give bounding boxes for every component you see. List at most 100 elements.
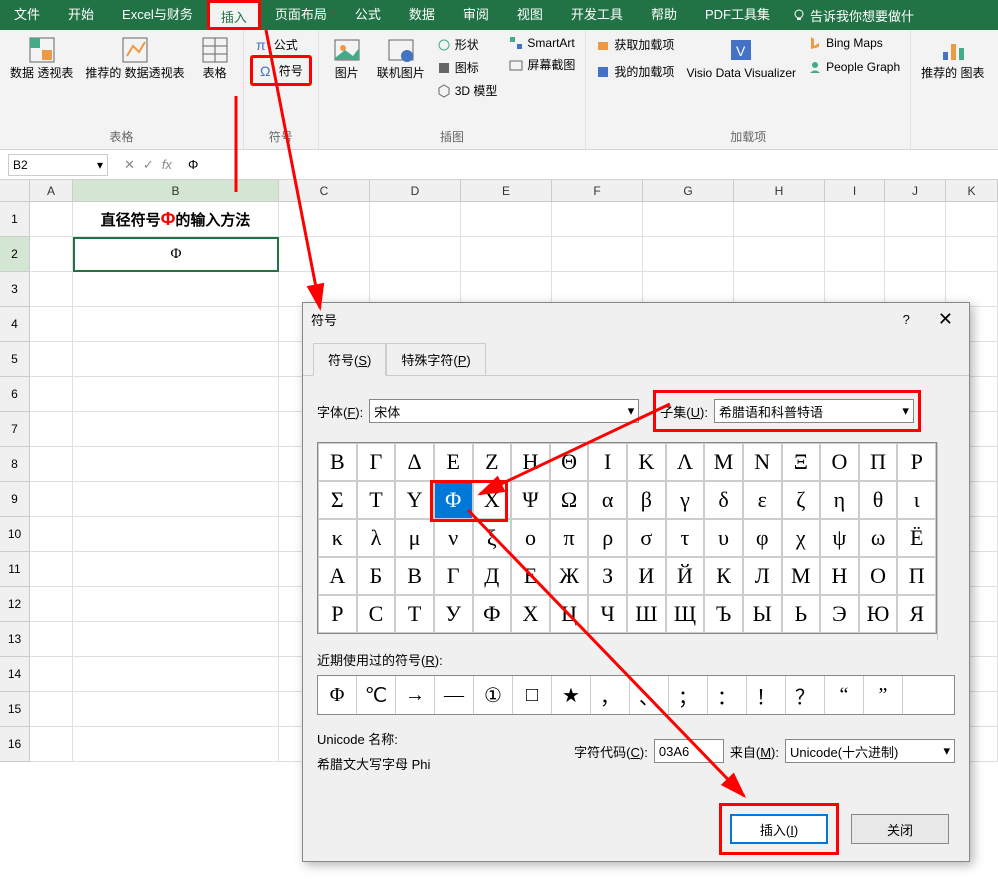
char-cell[interactable]: Ъ	[704, 595, 743, 633]
char-cell[interactable]: λ	[357, 519, 396, 557]
char-cell[interactable]: Σ	[318, 481, 357, 519]
char-cell[interactable]: η	[820, 481, 859, 519]
char-cell[interactable]: Ο	[820, 443, 859, 481]
icons-button[interactable]: 图标	[433, 57, 502, 78]
row-header-15[interactable]: 15	[0, 692, 30, 727]
char-cell[interactable]: Β	[318, 443, 357, 481]
cell-B12[interactable]	[73, 587, 279, 622]
font-combo[interactable]: 宋体▾	[369, 399, 639, 423]
char-cell[interactable]: Θ	[550, 443, 589, 481]
cell-B16[interactable]	[73, 727, 279, 762]
cell-B5[interactable]	[73, 342, 279, 377]
char-cell[interactable]: Ξ	[782, 443, 821, 481]
name-box[interactable]: B2 ▾	[8, 154, 108, 176]
row-header-13[interactable]: 13	[0, 622, 30, 657]
recent-cell[interactable]: Φ	[318, 676, 357, 714]
cell-K2[interactable]	[946, 237, 998, 272]
char-cell[interactable]: Д	[473, 557, 512, 595]
cell-D1[interactable]	[370, 202, 461, 237]
charcode-input[interactable]	[654, 739, 724, 763]
char-cell[interactable]: И	[627, 557, 666, 595]
char-cell[interactable]: β	[627, 481, 666, 519]
row-header-6[interactable]: 6	[0, 377, 30, 412]
row-header-7[interactable]: 7	[0, 412, 30, 447]
cell-A13[interactable]	[30, 622, 73, 657]
close-icon[interactable]: ✕	[930, 309, 961, 330]
symbol-button[interactable]: Ω 符号	[255, 60, 307, 81]
close-button[interactable]: 关闭	[851, 814, 949, 844]
recent-cell[interactable]: ★	[552, 676, 591, 714]
recent-cell[interactable]: —	[435, 676, 474, 714]
char-cell[interactable]: μ	[395, 519, 434, 557]
cell-A7[interactable]	[30, 412, 73, 447]
char-cell[interactable]: Е	[511, 557, 550, 595]
char-cell[interactable]: Ι	[588, 443, 627, 481]
row-header-12[interactable]: 12	[0, 587, 30, 622]
cell-A15[interactable]	[30, 692, 73, 727]
col-header-H[interactable]: H	[734, 180, 825, 201]
col-header-F[interactable]: F	[552, 180, 643, 201]
cell-E1[interactable]	[461, 202, 552, 237]
char-cell[interactable]: К	[704, 557, 743, 595]
char-cell[interactable]: Γ	[357, 443, 396, 481]
char-cell[interactable]: Η	[511, 443, 550, 481]
cell-B6[interactable]	[73, 377, 279, 412]
cell-F2[interactable]	[552, 237, 643, 272]
tab-special-chars[interactable]: 特殊字符(P)	[386, 343, 485, 375]
tab-formulas[interactable]: 公式	[341, 0, 395, 30]
my-addins-button[interactable]: 我的加载项	[592, 61, 678, 82]
char-cell[interactable]: В	[395, 557, 434, 595]
cell-B1[interactable]: 直径符号Φ的输入方法	[73, 202, 279, 237]
char-cell[interactable]: ζ	[782, 481, 821, 519]
char-cell[interactable]: Τ	[357, 481, 396, 519]
char-cell[interactable]: Φ	[434, 481, 473, 519]
char-cell[interactable]: З	[588, 557, 627, 595]
char-cell[interactable]: ω	[859, 519, 898, 557]
col-header-B[interactable]: B	[73, 180, 279, 201]
recent-cell[interactable]: ℃	[357, 676, 396, 714]
char-cell[interactable]: Й	[666, 557, 705, 595]
char-cell[interactable]: θ	[859, 481, 898, 519]
char-cell[interactable]: Г	[434, 557, 473, 595]
col-header-A[interactable]: A	[30, 180, 73, 201]
char-cell[interactable]: У	[434, 595, 473, 633]
cell-B3[interactable]	[73, 272, 279, 307]
table-button[interactable]: 表格	[193, 34, 237, 82]
tab-view[interactable]: 视图	[503, 0, 557, 30]
char-cell[interactable]: Ρ	[897, 443, 936, 481]
row-header-16[interactable]: 16	[0, 727, 30, 762]
recent-cell[interactable]: ；	[669, 676, 708, 714]
recent-cell[interactable]: □	[513, 676, 552, 714]
cell-I1[interactable]	[825, 202, 885, 237]
cell-B2[interactable]: Φ	[73, 237, 279, 272]
char-cell[interactable]: Υ	[395, 481, 434, 519]
char-cell[interactable]: Б	[357, 557, 396, 595]
tab-pdf[interactable]: PDF工具集	[691, 0, 784, 30]
tab-review[interactable]: 审阅	[449, 0, 503, 30]
row-header-14[interactable]: 14	[0, 657, 30, 692]
recent-cell[interactable]: ，	[591, 676, 630, 714]
char-cell[interactable]: Ч	[588, 595, 627, 633]
char-cell[interactable]: κ	[318, 519, 357, 557]
recent-cell[interactable]: ”	[864, 676, 903, 714]
char-cell[interactable]: Р	[318, 595, 357, 633]
tab-page-layout[interactable]: 页面布局	[261, 0, 341, 30]
row-header-9[interactable]: 9	[0, 482, 30, 517]
recommended-pivot-button[interactable]: 推荐的 数据透视表	[81, 34, 188, 82]
char-cell[interactable]: γ	[666, 481, 705, 519]
screenshot-button[interactable]: 屏幕截图	[505, 54, 579, 75]
cell-H1[interactable]	[734, 202, 825, 237]
cell-J1[interactable]	[885, 202, 946, 237]
char-cell[interactable]: Ф	[473, 595, 512, 633]
tab-home[interactable]: 开始	[54, 0, 108, 30]
fx-icon[interactable]: fx	[162, 157, 172, 173]
cell-A16[interactable]	[30, 727, 73, 762]
cell-J2[interactable]	[885, 237, 946, 272]
recent-cell[interactable]: →	[396, 676, 435, 714]
char-cell[interactable]: П	[897, 557, 936, 595]
char-cell[interactable]: Δ	[395, 443, 434, 481]
cell-A4[interactable]	[30, 307, 73, 342]
char-cell[interactable]: Ю	[859, 595, 898, 633]
bing-maps-button[interactable]: Bing Maps	[804, 34, 904, 52]
char-cell[interactable]: ρ	[588, 519, 627, 557]
